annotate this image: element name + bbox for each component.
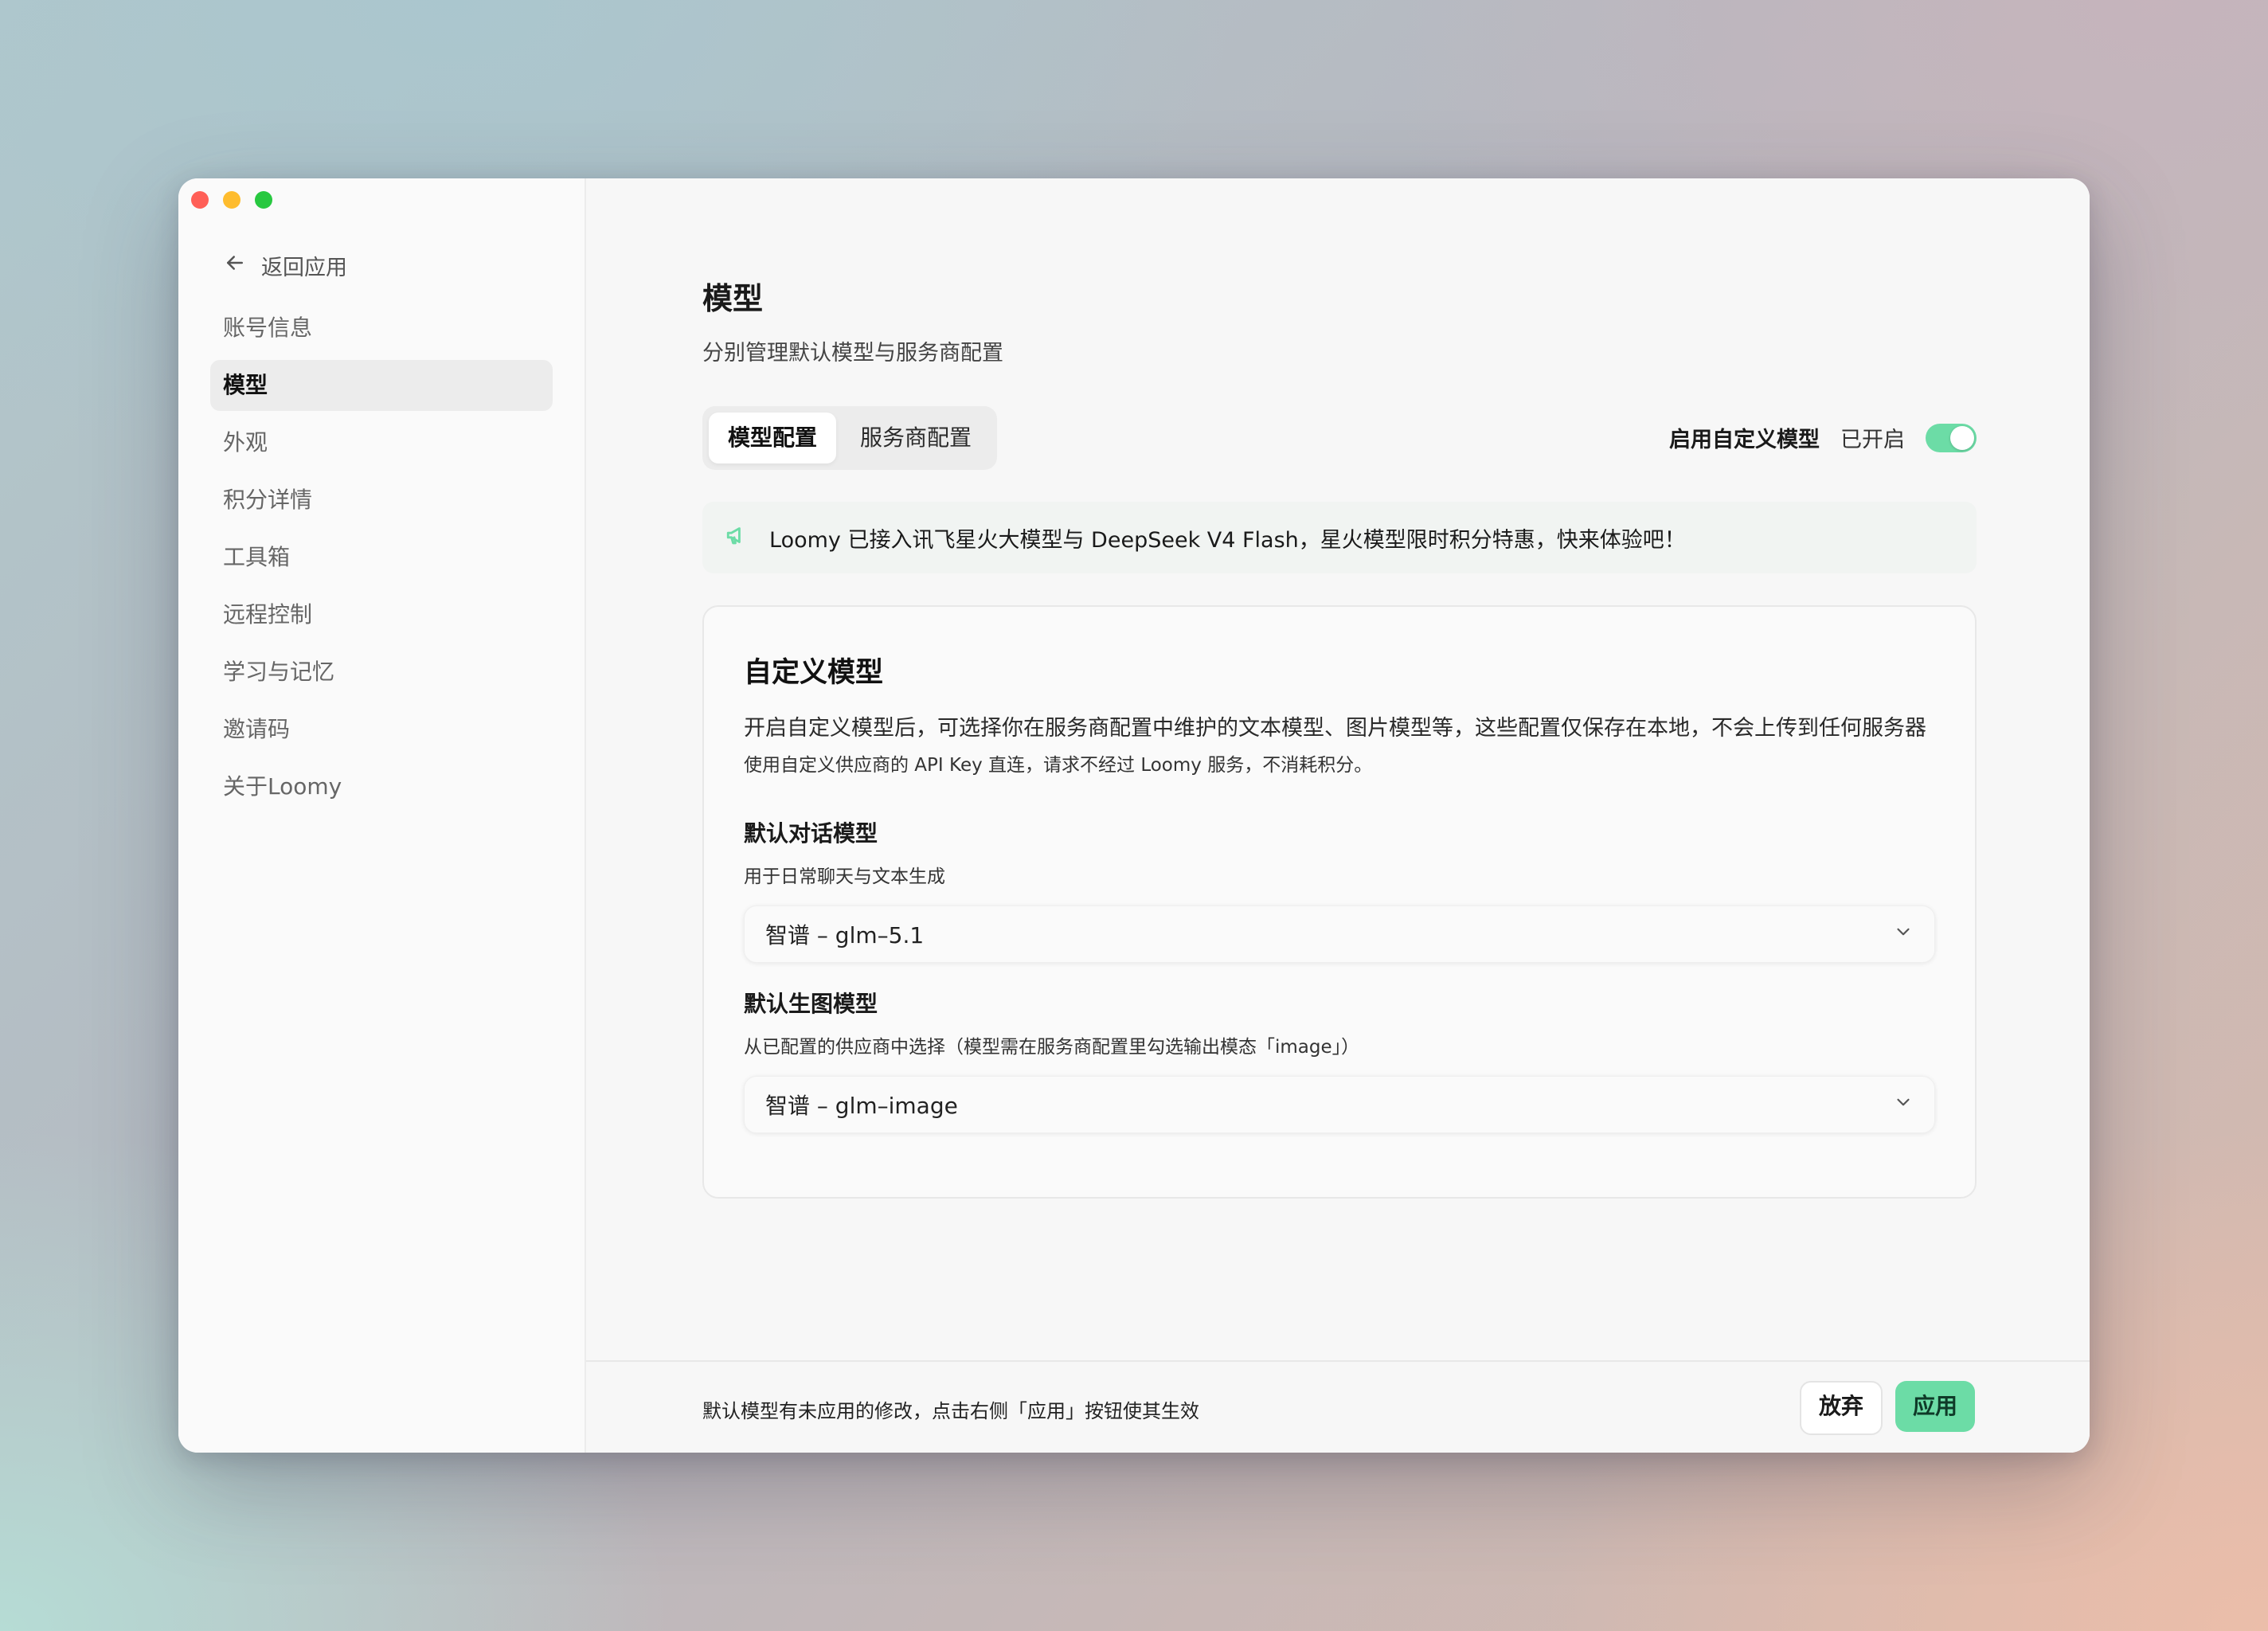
sidebar-item-toolbox[interactable]: 工具箱 — [210, 532, 553, 583]
card-note: 使用自定义供应商的 API Key 直连，请求不经过 Loomy 服务，不消耗积… — [744, 755, 1373, 776]
field-label: 默认对话模型 — [744, 820, 878, 847]
chevron-down-icon — [1893, 1092, 1914, 1118]
content: 模型 分别管理默认模型与服务商配置 模型配置 服务商配置 启用自定义模型 已开启 — [702, 274, 1977, 1199]
tab-model-config[interactable]: 模型配置 — [709, 413, 837, 463]
minimize-window-button[interactable] — [223, 191, 240, 209]
page-subtitle: 分别管理默认模型与服务商配置 — [702, 341, 1003, 366]
default-chat-model-select[interactable]: 智谱 – glm–5.1 — [744, 905, 1935, 963]
field-label: 默认生图模型 — [744, 991, 878, 1017]
arrow-left-icon — [223, 251, 247, 280]
tab-row: 模型配置 服务商配置 启用自定义模型 已开启 — [702, 406, 1977, 470]
back-to-app-link[interactable]: 返回应用 — [223, 250, 347, 281]
field-help: 从已配置的供应商中选择（模型需在服务商配置里勾选输出模态「image」） — [744, 1037, 1360, 1058]
custom-model-toggle-group: 启用自定义模型 已开启 — [1669, 422, 1977, 453]
card-title: 自定义模型 — [744, 657, 884, 689]
custom-model-switch[interactable] — [1926, 423, 1977, 452]
apply-button[interactable]: 应用 — [1895, 1381, 1975, 1432]
main-panel: 模型 分别管理默认模型与服务商配置 模型配置 服务商配置 启用自定义模型 已开启 — [586, 178, 2090, 1453]
sidebar-item-model[interactable]: 模型 — [210, 360, 553, 411]
megaphone-icon — [725, 522, 752, 554]
custom-model-toggle-label: 启用自定义模型 — [1669, 428, 1820, 452]
field-help: 用于日常聊天与文本生成 — [744, 866, 945, 887]
footer-actions: 放弃 应用 — [1799, 1381, 1975, 1435]
sidebar-item-invite-code[interactable]: 邀请码 — [210, 704, 553, 755]
page-title: 模型 — [702, 281, 764, 316]
default-chat-model-field: 默认对话模型 用于日常聊天与文本生成 智谱 – glm–5.1 — [744, 816, 1935, 963]
settings-window: 返回应用 账号信息 模型 外观 积分详情 工具箱 远程控制 学习与记忆 邀请码 … — [178, 178, 2090, 1453]
default-image-model-field: 默认生图模型 从已配置的供应商中选择（模型需在服务商配置里勾选输出模态「imag… — [744, 987, 1935, 1133]
discard-button[interactable]: 放弃 — [1799, 1381, 1883, 1435]
announcement-banner: Loomy 已接入讯飞星火大模型与 DeepSeek V4 Flash，星火模型… — [702, 502, 1977, 573]
custom-model-toggle-state: 已开启 — [1840, 428, 1905, 452]
chevron-down-icon — [1893, 921, 1914, 948]
unsaved-changes-bar: 默认模型有未应用的修改，点击右侧「应用」按钮使其生效 放弃 应用 — [586, 1360, 2090, 1453]
switch-knob — [1950, 425, 1974, 450]
tab-group: 模型配置 服务商配置 — [702, 406, 998, 470]
default-image-model-select[interactable]: 智谱 – glm–image — [744, 1076, 1935, 1133]
sidebar: 返回应用 账号信息 模型 外观 积分详情 工具箱 远程控制 学习与记忆 邀请码 … — [178, 178, 586, 1453]
sidebar-item-appearance[interactable]: 外观 — [210, 417, 553, 468]
close-window-button[interactable] — [191, 191, 209, 209]
select-value: 智谱 – glm–5.1 — [765, 922, 925, 948]
window-controls — [191, 191, 272, 209]
sidebar-item-learning-memory[interactable]: 学习与记忆 — [210, 647, 553, 698]
sidebar-item-credits[interactable]: 积分详情 — [210, 475, 553, 526]
tab-provider-config[interactable]: 服务商配置 — [841, 413, 991, 463]
sidebar-item-about[interactable]: 关于Loomy — [210, 761, 553, 812]
unsaved-changes-message: 默认模型有未应用的修改，点击右侧「应用」按钮使其生效 — [702, 1400, 1199, 1422]
select-value: 智谱 – glm–image — [765, 1093, 958, 1119]
sidebar-item-account[interactable]: 账号信息 — [210, 303, 553, 354]
card-description: 开启自定义模型后，可选择你在服务商配置中维护的文本模型、图片模型等，这些配置仅保… — [744, 716, 1926, 741]
zoom-window-button[interactable] — [255, 191, 272, 209]
settings-nav: 账号信息 模型 外观 积分详情 工具箱 远程控制 学习与记忆 邀请码 关于Loo… — [210, 303, 553, 819]
custom-model-card: 自定义模型 开启自定义模型后，可选择你在服务商配置中维护的文本模型、图片模型等，… — [702, 605, 1977, 1199]
announcement-text: Loomy 已接入讯飞星火大模型与 DeepSeek V4 Flash，星火模型… — [769, 527, 1686, 553]
back-label: 返回应用 — [261, 256, 347, 280]
sidebar-item-remote-control[interactable]: 远程控制 — [210, 589, 553, 640]
